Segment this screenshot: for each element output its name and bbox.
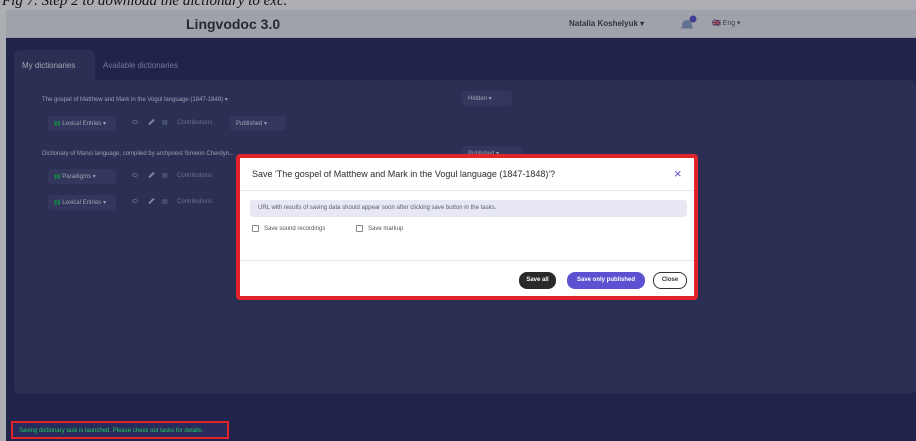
checkbox-label: Save markup [368,226,404,233]
checkbox-label: Save sound recordings [264,226,326,233]
save-all-button[interactable]: Save all [519,272,556,289]
info-message: URL with results of saving data should a… [250,200,687,217]
save-only-published-button[interactable]: Save only published [567,272,645,289]
toast-message: Saving dictionary task is launched. Plea… [19,428,204,434]
save-markup-checkbox[interactable]: Save markup [356,225,403,232]
dialog-title: Save 'The gospel of Matthew and Mark in … [252,169,556,179]
status-toast: Saving dictionary task is launched. Plea… [11,421,229,439]
close-icon[interactable]: × [674,167,682,180]
checkbox-icon[interactable] [252,225,259,232]
checkbox-icon[interactable] [356,225,363,232]
save-dictionary-dialog: Save 'The gospel of Matthew and Mark in … [236,154,698,300]
divider [240,190,694,191]
divider [240,260,694,261]
save-sound-recordings-checkbox[interactable]: Save sound recordings [252,225,325,232]
close-button[interactable]: Close [653,272,687,289]
